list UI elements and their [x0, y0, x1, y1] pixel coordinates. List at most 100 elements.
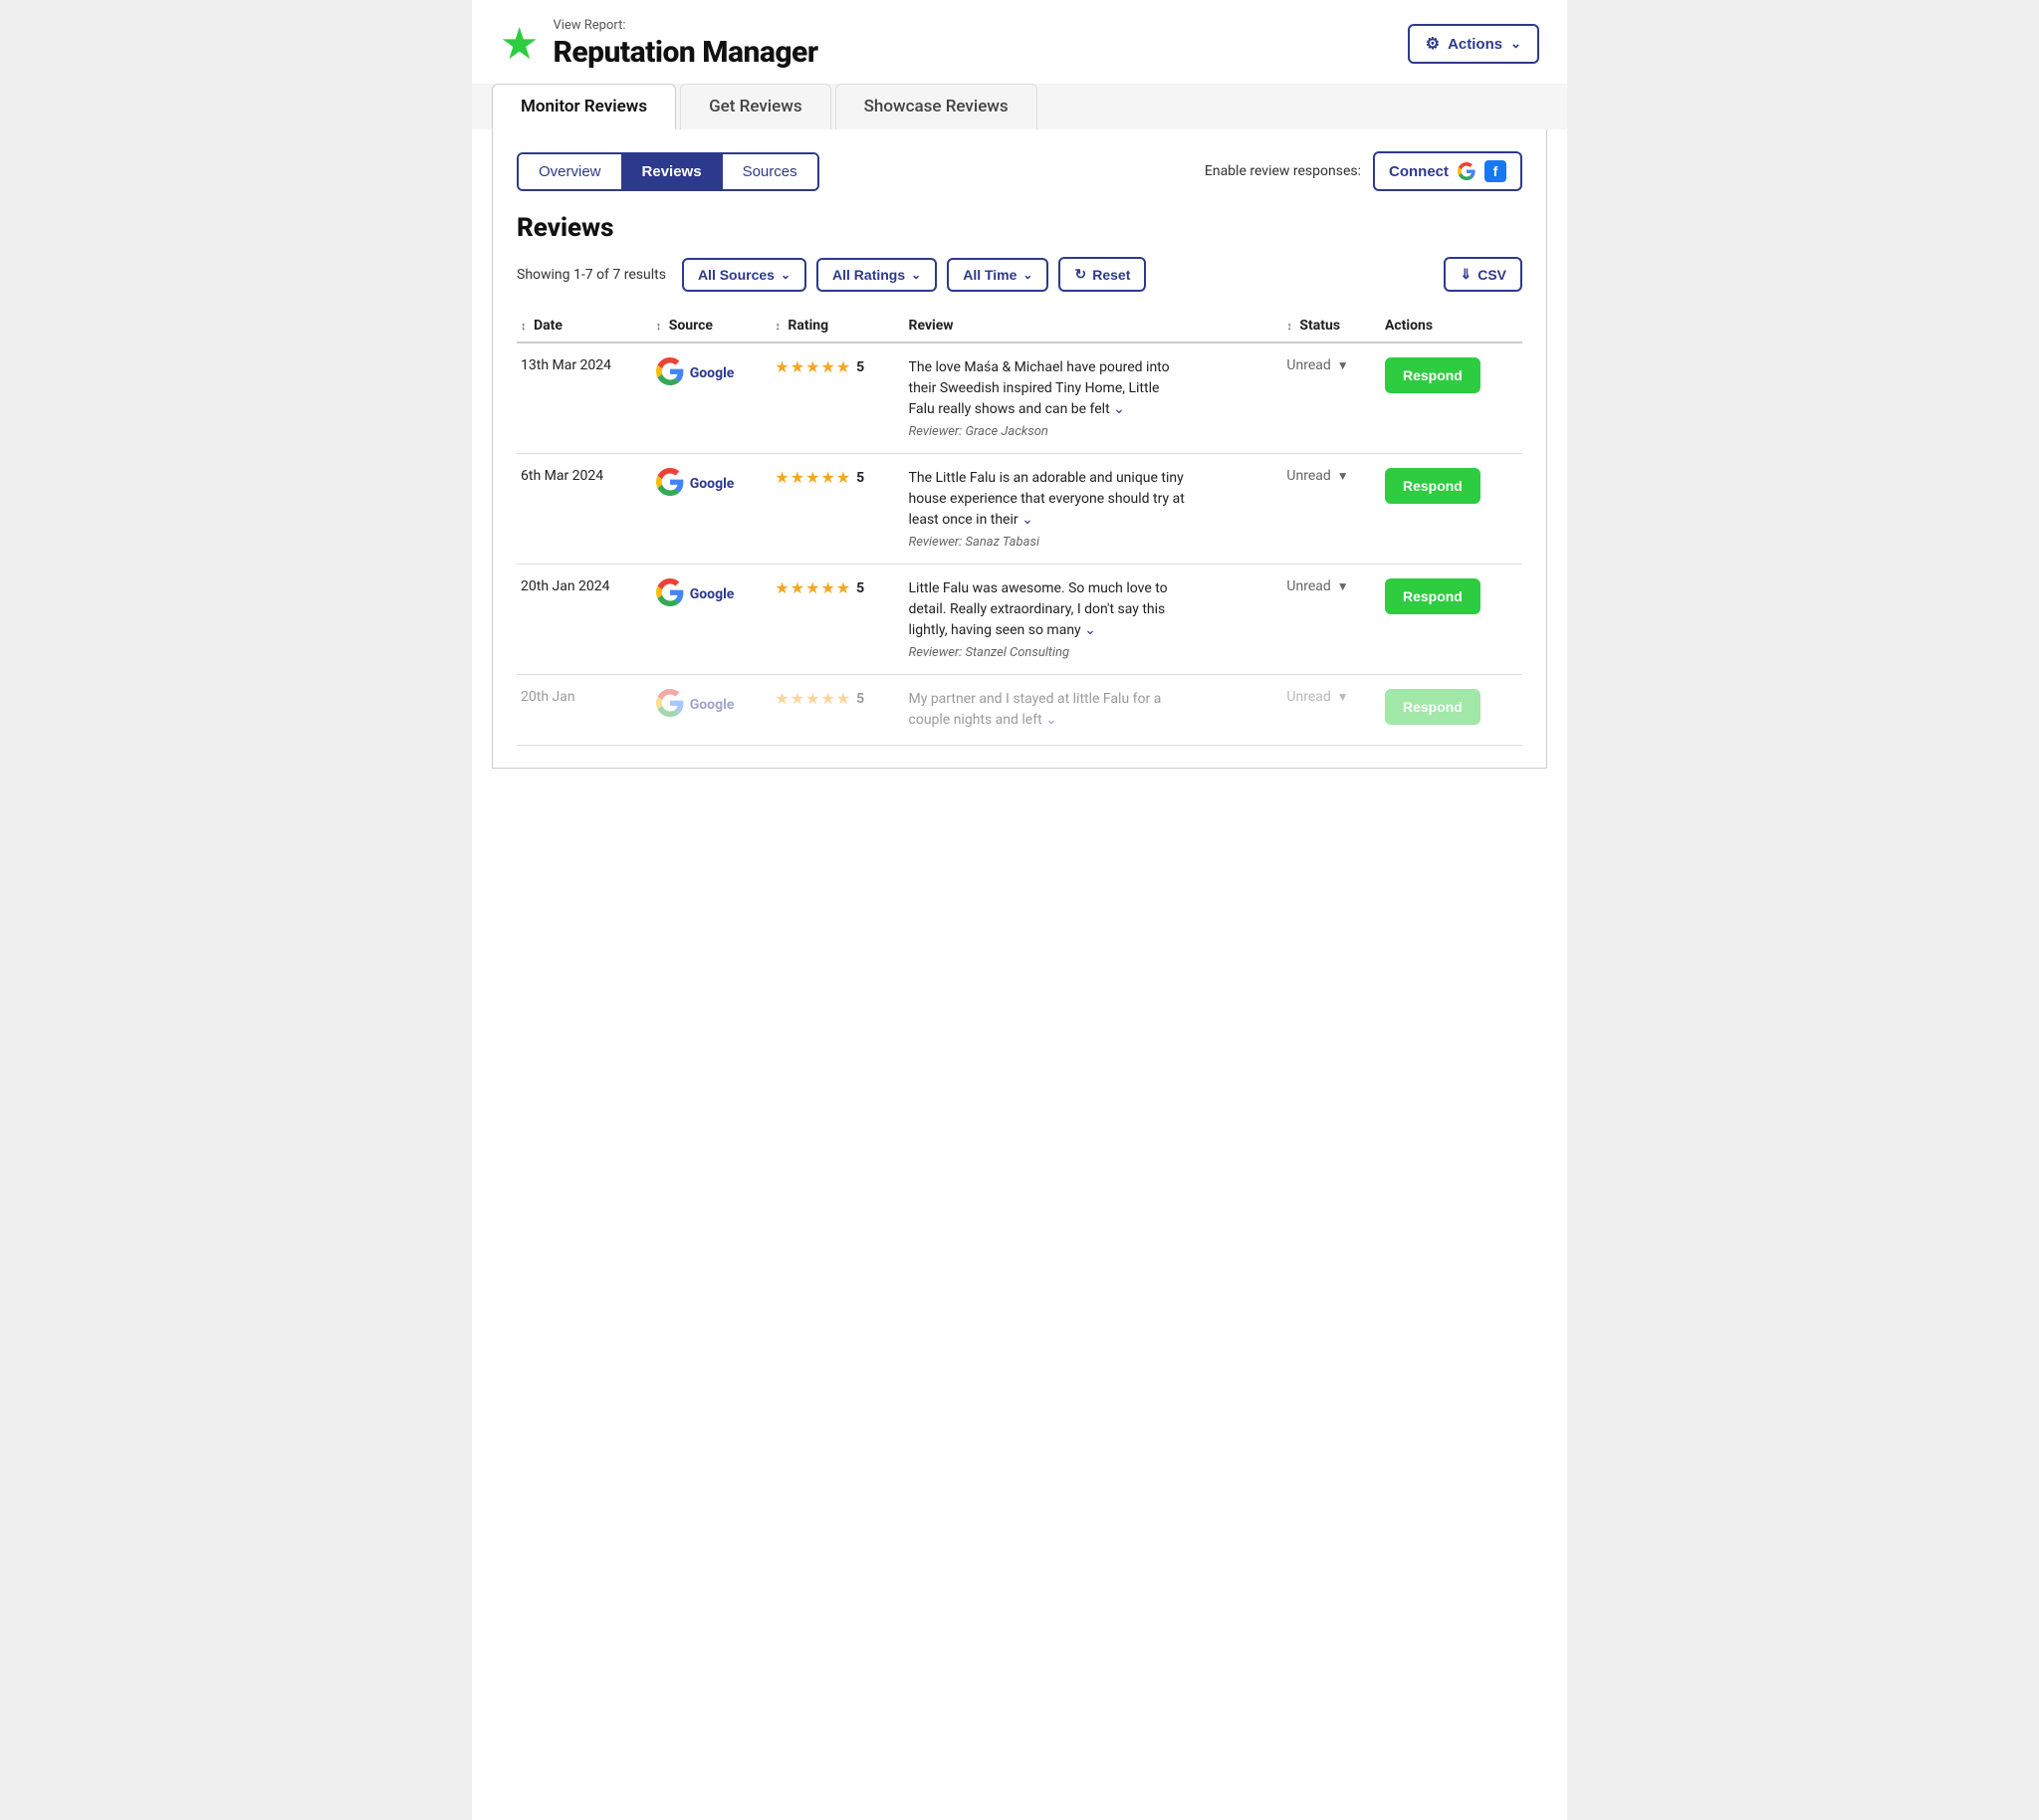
reviews-table: ↕ Date ↕ Source ↕ Rating Review ↕ Status — [517, 310, 1522, 746]
star-rating: ★★★★★ — [775, 357, 851, 376]
sub-tab-reviews[interactable]: Reviews — [622, 154, 723, 189]
review-text: The love Maśa & Michael have poured into… — [909, 357, 1188, 420]
source-name: Google — [690, 476, 735, 492]
expand-icon[interactable]: ⌄ — [1084, 622, 1096, 638]
gear-icon: ⚙ — [1426, 34, 1440, 54]
respond-button[interactable]: Respond — [1385, 468, 1480, 504]
rating-cell: ★★★★★ 5 — [771, 342, 904, 454]
connect-button[interactable]: Connect f — [1373, 151, 1522, 191]
main-tabs: Monitor Reviews Get Reviews Showcase Rev… — [472, 84, 1567, 129]
tab-monitor-reviews[interactable]: Monitor Reviews — [492, 84, 676, 129]
header: ★ View Report: Reputation Manager ⚙ Acti… — [472, 0, 1567, 84]
status-cell: Unread ▼ — [1282, 342, 1381, 454]
date-cell: 20th Jan — [517, 675, 652, 746]
google-g-icon — [656, 689, 684, 721]
table-row: 13th Mar 2024 Google ★★★★★ 5 The love Ma… — [517, 342, 1522, 454]
status-dropdown[interactable]: ▼ — [1337, 358, 1349, 372]
header-title-group: View Report: Reputation Manager — [553, 18, 817, 70]
header-left: ★ View Report: Reputation Manager — [500, 18, 818, 70]
rating-number: 5 — [856, 359, 864, 375]
status-text: Unread — [1286, 689, 1330, 705]
view-report-label: View Report: — [553, 18, 817, 33]
sort-arrows-icon: ↕ — [521, 320, 527, 333]
col-rating[interactable]: ↕ Rating — [771, 310, 904, 342]
source-cell: Google — [652, 454, 772, 565]
connect-area: Enable review responses: Connect f — [1205, 151, 1522, 191]
reviewer-name: Reviewer: Sanaz Tabasi — [909, 535, 1273, 550]
rating-cell: ★★★★★ 5 — [771, 565, 904, 675]
google-icon — [1457, 161, 1476, 181]
table-header-row: ↕ Date ↕ Source ↕ Rating Review ↕ Status — [517, 310, 1522, 342]
download-icon: ⇓ — [1460, 266, 1472, 283]
rating-number: 5 — [856, 580, 864, 596]
chevron-down-icon: ⌄ — [1510, 36, 1521, 52]
source-cell: Google — [652, 675, 772, 746]
review-cell: My partner and I stayed at little Falu f… — [905, 675, 1283, 746]
col-actions: Actions — [1381, 310, 1522, 342]
rating-number: 5 — [856, 470, 864, 486]
all-sources-filter[interactable]: All Sources ⌄ — [682, 258, 806, 292]
google-g-icon — [656, 468, 684, 500]
all-time-filter[interactable]: All Time ⌄ — [947, 258, 1048, 292]
csv-label: CSV — [1477, 267, 1506, 283]
connect-label: Enable review responses: — [1205, 163, 1361, 179]
status-dropdown[interactable]: ▼ — [1337, 579, 1349, 593]
expand-icon[interactable]: ⌄ — [1045, 712, 1057, 728]
status-dropdown[interactable]: ▼ — [1337, 469, 1349, 483]
date-cell: 6th Mar 2024 — [517, 454, 652, 565]
review-text: My partner and I stayed at little Falu f… — [909, 689, 1188, 731]
rating-number: 5 — [856, 691, 864, 707]
star-rating: ★★★★★ — [775, 468, 851, 487]
respond-button[interactable]: Respond — [1385, 689, 1480, 725]
facebook-icon: f — [1484, 160, 1506, 182]
status-text: Unread — [1286, 578, 1330, 594]
actions-button[interactable]: ⚙ Actions ⌄ — [1408, 24, 1539, 64]
col-date[interactable]: ↕ Date — [517, 310, 652, 342]
csv-button[interactable]: ⇓ CSV — [1444, 257, 1522, 292]
app-title: Reputation Manager — [553, 35, 817, 70]
sub-tab-overview[interactable]: Overview — [519, 154, 622, 189]
expand-icon[interactable]: ⌄ — [1113, 401, 1125, 417]
connect-button-label: Connect — [1389, 163, 1449, 180]
sub-tabs-row: Overview Reviews Sources Enable review r… — [517, 151, 1522, 191]
star-rating: ★★★★★ — [775, 689, 851, 708]
all-ratings-label: All Ratings — [832, 267, 905, 283]
status-cell: Unread ▼ — [1282, 565, 1381, 675]
review-text: Little Falu was awesome. So much love to… — [909, 578, 1188, 641]
status-text: Unread — [1286, 357, 1330, 373]
actions-label: Actions — [1448, 36, 1502, 53]
source-cell: Google — [652, 565, 772, 675]
all-ratings-filter[interactable]: All Ratings ⌄ — [816, 258, 937, 292]
review-cell: Little Falu was awesome. So much love to… — [905, 565, 1283, 675]
table-row: 20th Jan 2024 Google ★★★★★ 5 Little Falu… — [517, 565, 1522, 675]
sort-arrows-icon: ↕ — [1286, 320, 1292, 333]
date-cell: 13th Mar 2024 — [517, 342, 652, 454]
reset-label: Reset — [1092, 267, 1130, 283]
col-source[interactable]: ↕ Source — [652, 310, 772, 342]
respond-button[interactable]: Respond — [1385, 578, 1480, 614]
table-row: 6th Mar 2024 Google ★★★★★ 5 The Little F… — [517, 454, 1522, 565]
col-status[interactable]: ↕ Status — [1282, 310, 1381, 342]
source-cell: Google — [652, 342, 772, 454]
source-name: Google — [690, 697, 735, 713]
sub-tabs: Overview Reviews Sources — [517, 152, 819, 191]
sub-tab-sources[interactable]: Sources — [723, 154, 817, 189]
actions-cell: Respond — [1381, 454, 1522, 565]
reset-button[interactable]: ↻ Reset — [1058, 257, 1146, 292]
table-row: 20th Jan Google ★★★★★ 5 My partner and I… — [517, 675, 1522, 746]
expand-icon[interactable]: ⌄ — [1021, 512, 1033, 528]
review-cell: The Little Falu is an adorable and uniqu… — [905, 454, 1283, 565]
rating-cell: ★★★★★ 5 — [771, 675, 904, 746]
chevron-down-icon: ⌄ — [1022, 268, 1032, 282]
respond-button[interactable]: Respond — [1385, 357, 1480, 393]
chevron-down-icon: ⌄ — [911, 268, 921, 282]
tab-showcase-reviews[interactable]: Showcase Reviews — [835, 84, 1037, 129]
status-cell: Unread ▼ — [1282, 454, 1381, 565]
status-dropdown[interactable]: ▼ — [1337, 690, 1349, 704]
actions-cell: Respond — [1381, 342, 1522, 454]
source-name: Google — [690, 365, 735, 381]
reviewer-name: Reviewer: Grace Jackson — [909, 424, 1273, 439]
tab-get-reviews[interactable]: Get Reviews — [680, 84, 831, 129]
filter-row: Showing 1-7 of 7 results All Sources ⌄ A… — [517, 257, 1522, 292]
all-time-label: All Time — [963, 267, 1017, 283]
